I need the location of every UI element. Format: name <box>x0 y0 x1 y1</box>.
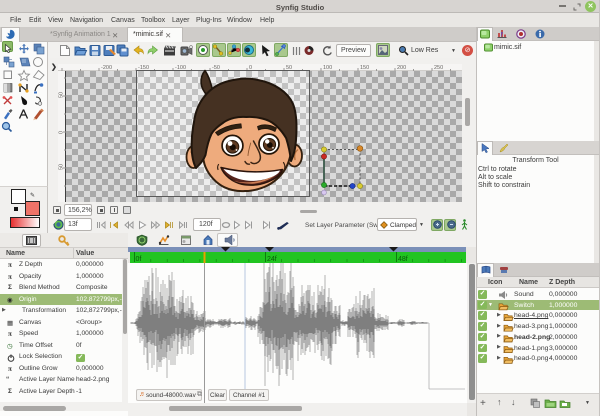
svg-text:24f: 24f <box>267 256 277 263</box>
svg-text:50: 50 <box>59 92 65 98</box>
svg-text:0f: 0f <box>136 256 142 263</box>
svg-text:100: 100 <box>323 65 332 71</box>
svg-text:-200: -200 <box>101 65 112 71</box>
svg-text:200: 200 <box>397 65 406 71</box>
svg-text:150: 150 <box>360 65 369 71</box>
svg-text:250: 250 <box>434 65 443 71</box>
svg-text:48f: 48f <box>398 256 408 263</box>
svg-text:0: 0 <box>59 131 65 134</box>
svg-text:50: 50 <box>59 164 65 170</box>
